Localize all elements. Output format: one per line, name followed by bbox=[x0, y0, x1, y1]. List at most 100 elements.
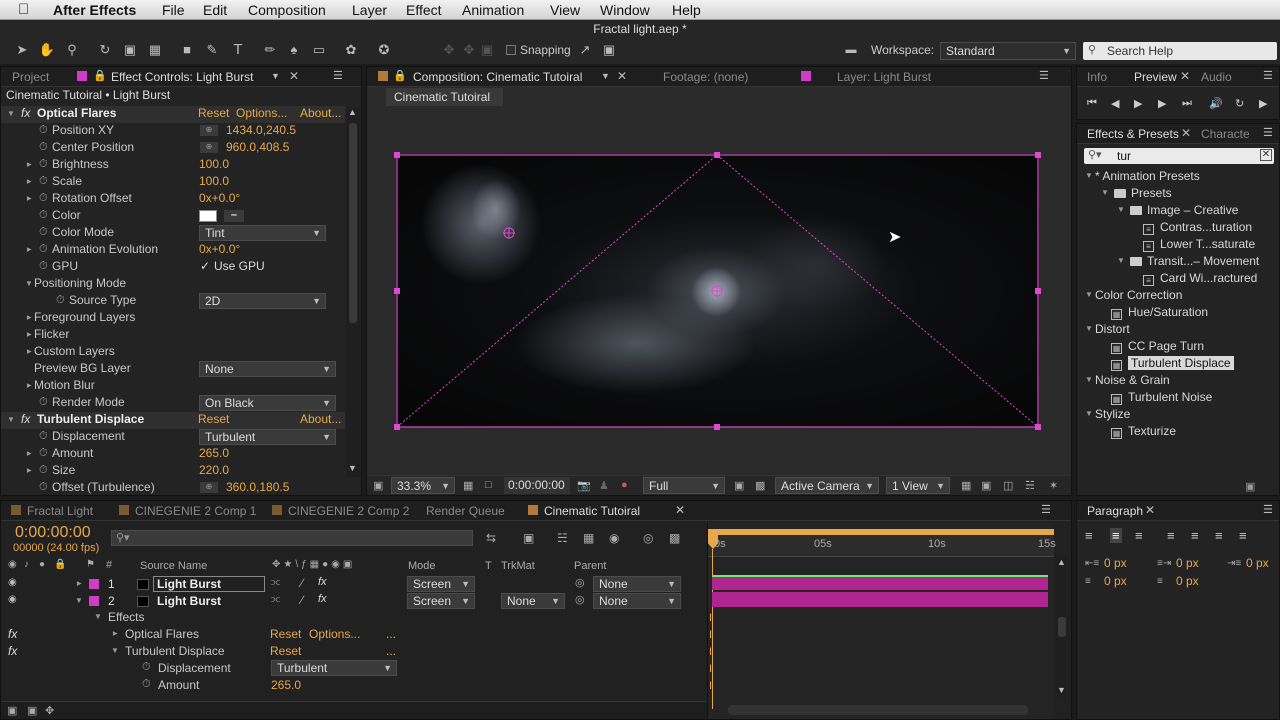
property-value[interactable]: 960.0,408.5 bbox=[226, 140, 289, 154]
layer-duration-bar[interactable] bbox=[712, 575, 1048, 590]
snapshot-camera-icon[interactable]: 📷 bbox=[577, 479, 591, 492]
audio-icon[interactable]: 🔊 bbox=[1209, 97, 1223, 110]
expand-triangle-icon[interactable]: ▼ bbox=[1117, 256, 1125, 265]
property-group-row[interactable]: ▼ Positioning Mode bbox=[1, 276, 361, 293]
scroll-down-icon[interactable]: ▼ bbox=[1057, 685, 1066, 695]
scrollbar-thumb[interactable] bbox=[1058, 617, 1066, 637]
stopwatch-icon[interactable]: ⏱ bbox=[39, 158, 48, 171]
expand-triangle-icon[interactable]: ▼ bbox=[1085, 290, 1093, 299]
zoom-tool-icon[interactable]: ⚲ bbox=[63, 41, 81, 59]
layer-duration-bar[interactable] bbox=[712, 592, 1048, 607]
stopwatch-icon[interactable]: ⏱ bbox=[142, 661, 151, 674]
parent-header[interactable]: Parent bbox=[574, 560, 606, 572]
rectangle-tool-icon[interactable]: ■ bbox=[178, 41, 196, 59]
graph-editor-icon[interactable]: ◎ bbox=[643, 531, 653, 545]
panel-menu-icon[interactable]: ☰ bbox=[1041, 503, 1051, 516]
color-mode-select[interactable]: Tint ▼ bbox=[199, 225, 326, 241]
region-of-interest-icon[interactable]: ▣ bbox=[734, 479, 744, 492]
composition-mini-flowchart-icon[interactable]: ⇆ bbox=[486, 531, 496, 545]
align-center-icon[interactable]: ≡ bbox=[1110, 528, 1122, 543]
indent-right-value[interactable]: 0 px bbox=[1176, 556, 1199, 570]
menu-view[interactable]: View bbox=[550, 2, 580, 18]
stopwatch-icon[interactable]: ⏱ bbox=[39, 209, 48, 222]
layer-row[interactable]: ◉ ▼ 2 Light Burst ⫗ ∕ fx Screen ▼ None ▼ ◎ None ▼ bbox=[1, 593, 707, 610]
current-time-display[interactable]: 0:00:00:00 bbox=[504, 477, 570, 494]
menu-effect[interactable]: Effect bbox=[406, 2, 442, 18]
layer-mode-select[interactable]: Screen ▼ bbox=[407, 576, 475, 592]
effects-tree-item[interactable]: ▦ CC Page Turn bbox=[1077, 338, 1279, 355]
effects-tree-item[interactable]: ▦ Hue/Saturation bbox=[1077, 304, 1279, 321]
expand-triangle-icon[interactable]: ▼ bbox=[110, 630, 119, 638]
justify-center-icon[interactable]: ≡ bbox=[1191, 528, 1199, 543]
camera-tool-icon[interactable]: ▣ bbox=[121, 41, 139, 59]
reset-link[interactable]: Reset bbox=[270, 644, 301, 658]
expand-triangle-icon[interactable]: ▼ bbox=[24, 314, 33, 322]
expand-triangle-icon[interactable]: ▼ bbox=[24, 348, 33, 356]
effects-tree-item[interactable]: ▼ Distort bbox=[1077, 321, 1279, 338]
ram-preview-icon[interactable]: ▶ bbox=[1259, 97, 1267, 110]
fx-row-turbulent-displace[interactable]: fx ▼ Turbulent Displace Reset ... bbox=[1, 643, 707, 660]
stopwatch-icon[interactable]: ⏱ bbox=[39, 430, 48, 443]
space-after-value[interactable]: 0 px bbox=[1176, 574, 1199, 588]
expand-triangle-icon[interactable]: ▼ bbox=[24, 246, 33, 254]
timeline-current-time[interactable]: 0:00:00:00 bbox=[15, 524, 91, 542]
about-link[interactable]: About... bbox=[300, 106, 341, 120]
property-value[interactable]: 0x+0.0° bbox=[199, 242, 240, 256]
keyframe-marker-icon[interactable]: I bbox=[709, 646, 712, 658]
stopwatch-icon[interactable]: ⏱ bbox=[56, 294, 65, 307]
menu-help[interactable]: Help bbox=[672, 2, 701, 18]
effects-tree-item[interactable]: ▼ Stylize bbox=[1077, 406, 1279, 423]
tab-timeline[interactable]: CINEGENIE 2 Comp 2 bbox=[288, 504, 409, 518]
more-link[interactable]: ... bbox=[386, 627, 396, 641]
property-group-row[interactable]: ▼ Foreground Layers bbox=[1, 310, 361, 327]
property-group-row[interactable]: ▼ Custom Layers bbox=[1, 344, 361, 361]
menu-animation[interactable]: Animation bbox=[462, 2, 524, 18]
expand-triangle-icon[interactable]: ▼ bbox=[75, 596, 83, 605]
effects-tree-item[interactable]: ▼ * Animation Presets bbox=[1077, 168, 1279, 185]
property-value[interactable]: 360.0,180.5 bbox=[226, 480, 289, 494]
stopwatch-icon[interactable]: ⏱ bbox=[39, 447, 48, 460]
tab-timeline-active[interactable]: Cinematic Tutoiral bbox=[544, 504, 640, 518]
layer-switches-icon[interactable]: ▣ bbox=[7, 704, 17, 717]
clone-stamp-tool-icon[interactable]: ♠ bbox=[285, 41, 303, 59]
video-eye-icon[interactable]: ◉ bbox=[8, 559, 17, 570]
pen-tool-icon[interactable]: ✎ bbox=[203, 41, 221, 59]
close-icon[interactable]: ✕ bbox=[1180, 69, 1190, 83]
eraser-tool-icon[interactable]: ▭ bbox=[310, 41, 328, 59]
scroll-up-icon[interactable]: ▲ bbox=[348, 107, 357, 117]
layer-name[interactable]: Light Burst bbox=[153, 576, 265, 592]
quality-switch-icon[interactable]: ∕ bbox=[301, 576, 303, 590]
tab-paragraph[interactable]: Paragraph bbox=[1087, 504, 1143, 518]
layer-row[interactable]: ◉ ▼ 1 Light Burst ⫗ ∕ fx Screen ▼ ◎ None ▼ bbox=[1, 576, 707, 593]
view-layout-select[interactable]: 1 View ▼ bbox=[886, 477, 950, 494]
trkmat-header[interactable]: TrkMat bbox=[501, 560, 535, 572]
brainstorm-icon[interactable]: ▩ bbox=[669, 531, 680, 545]
stopwatch-icon[interactable]: ⏱ bbox=[39, 260, 48, 273]
position-crosshair-icon[interactable]: ⊕ bbox=[200, 482, 218, 493]
reset-exposure-icon[interactable]: ✶ bbox=[1049, 479, 1058, 492]
panel-menu-icon[interactable]: ☰ bbox=[1263, 503, 1273, 516]
expand-triangle-icon[interactable]: ▼ bbox=[24, 467, 33, 475]
tab-audio[interactable]: Audio bbox=[1201, 70, 1232, 84]
reset-link[interactable]: Reset bbox=[270, 627, 301, 641]
brush-tool-icon[interactable]: ✏ bbox=[261, 41, 279, 59]
draft-3d-icon[interactable]: ▣ bbox=[523, 531, 534, 545]
in-out-icon[interactable]: ✥ bbox=[45, 704, 54, 717]
justify-left-icon[interactable]: ≡ bbox=[1167, 528, 1175, 543]
snap-feather-icon[interactable]: ↗ bbox=[576, 41, 594, 59]
modes-toggle-icon[interactable]: ▣ bbox=[27, 704, 37, 717]
effects-tree-item[interactable]: ▼ Noise & Grain bbox=[1077, 372, 1279, 389]
reset-link[interactable]: Reset bbox=[198, 106, 229, 120]
eyedropper-icon[interactable]: ━ bbox=[224, 210, 244, 222]
menu-edit[interactable]: Edit bbox=[203, 2, 227, 18]
hand-tool-icon[interactable]: ✋ bbox=[38, 41, 56, 59]
expand-triangle-icon[interactable]: ▼ bbox=[24, 382, 33, 390]
tab-timeline[interactable]: CINEGENIE 2 Comp 1 bbox=[135, 504, 256, 518]
preview-bg-select[interactable]: None ▼ bbox=[199, 361, 336, 377]
fx-icon[interactable]: fx bbox=[21, 106, 30, 120]
expand-triangle-icon[interactable]: ▼ bbox=[1117, 205, 1125, 214]
stopwatch-icon[interactable]: ⏱ bbox=[39, 243, 48, 256]
effects-tree-item[interactable]: ▼ Presets bbox=[1077, 185, 1279, 202]
menu-layer[interactable]: Layer bbox=[352, 2, 387, 18]
effects-tree-item[interactable]: ≡ Card Wi...ractured bbox=[1077, 270, 1279, 287]
